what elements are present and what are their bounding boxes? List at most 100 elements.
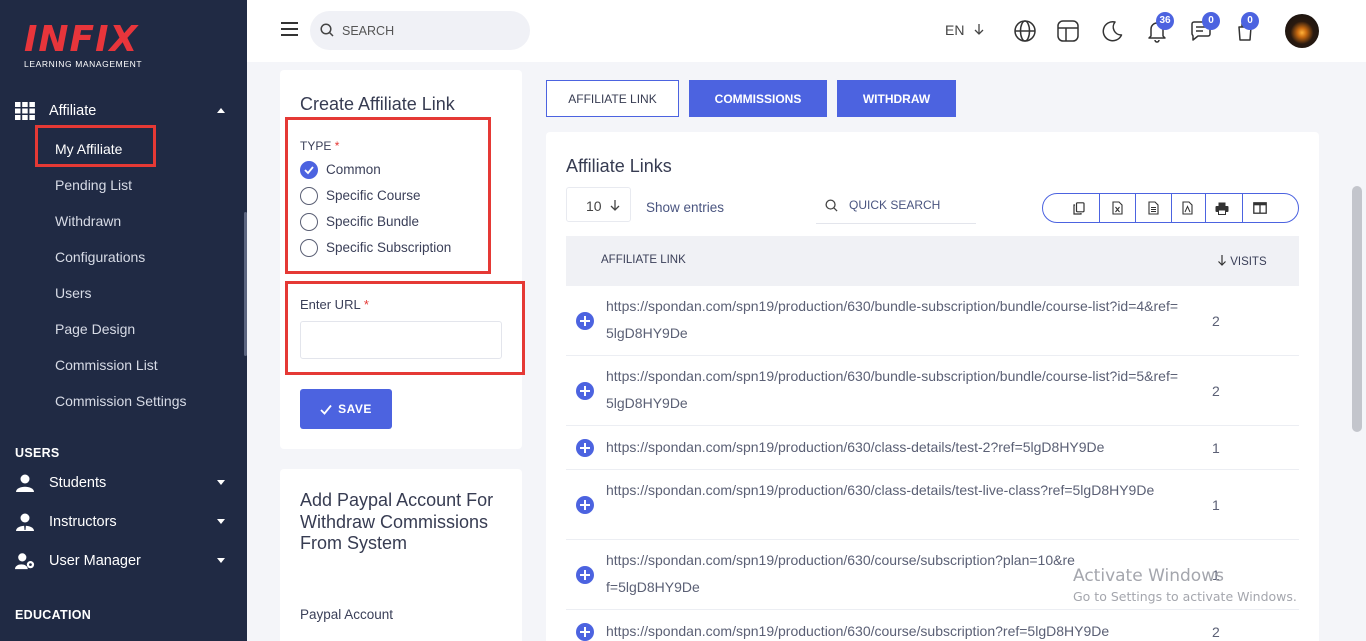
search-icon	[825, 199, 838, 212]
arrow-down-icon	[974, 24, 984, 35]
grid-icon	[15, 102, 35, 120]
moon-icon[interactable]	[1100, 19, 1124, 43]
save-button[interactable]: SAVE	[300, 389, 392, 429]
chevron-down-icon	[217, 558, 225, 563]
search-input[interactable]	[342, 22, 512, 40]
chevron-down-icon	[217, 480, 225, 485]
highlight-box-type	[285, 117, 491, 274]
highlight-box-url	[285, 281, 525, 375]
search-bar	[310, 11, 530, 50]
user-cog-icon	[15, 553, 35, 570]
visits-count: 1	[1212, 440, 1220, 456]
language-selector[interactable]: EN	[945, 22, 985, 38]
show-entries-label: Show entries	[646, 200, 725, 215]
section-heading-users: USERS	[15, 446, 60, 460]
logo-text: INFIX	[24, 19, 139, 60]
table-row[interactable]: https://spondan.com/spn19/production/630…	[566, 286, 1299, 356]
table-row[interactable]: https://spondan.com/spn19/production/630…	[566, 356, 1299, 426]
sidebar-item-user-manager[interactable]: User Manager	[0, 548, 247, 574]
expand-row-icon[interactable]	[576, 382, 594, 400]
entries-select[interactable]: 10	[566, 187, 631, 222]
sidebar-item-users[interactable]: Users	[55, 285, 92, 301]
sidebar-item-commission-list[interactable]: Commission List	[55, 357, 158, 373]
tab-affiliate-link[interactable]: AFFILIATE LINK	[546, 80, 679, 117]
sidebar-item-label: Students	[49, 475, 107, 491]
print-button[interactable]	[1204, 194, 1240, 222]
csv-button[interactable]	[1135, 194, 1171, 222]
tab-withdraw[interactable]: WITHDRAW	[837, 80, 956, 117]
pdf-icon	[1181, 201, 1193, 215]
highlight-box-my-affiliate	[35, 125, 156, 167]
column-visits-label: VISITS	[1230, 256, 1267, 268]
menu-icon[interactable]	[281, 22, 298, 36]
language-label: EN	[945, 22, 965, 38]
watermark-line1: Activate Windows	[1073, 566, 1224, 586]
cart-badge: 0	[1241, 12, 1259, 30]
columns-button[interactable]	[1242, 194, 1278, 222]
print-icon	[1215, 202, 1229, 215]
affiliate-link-url: https://spondan.com/spn19/production/630…	[606, 298, 1179, 341]
arrow-down-icon	[610, 200, 620, 211]
main-scrollbar-thumb[interactable]	[1352, 186, 1362, 432]
table-row[interactable]: https://spondan.com/spn19/production/630…	[566, 610, 1299, 641]
globe-icon[interactable]	[1013, 19, 1037, 43]
logo-subtitle: LEARNING MANAGEMENT	[24, 59, 143, 69]
copy-icon	[1073, 201, 1085, 215]
message-badge: 0	[1202, 12, 1220, 30]
watermark-line2: Go to Settings to activate Windows.	[1073, 589, 1297, 604]
visits-count: 2	[1212, 313, 1220, 329]
expand-row-icon[interactable]	[576, 439, 594, 457]
columns-icon	[1253, 202, 1267, 214]
expand-row-icon[interactable]	[576, 623, 594, 641]
notification-badge: 36	[1156, 12, 1174, 30]
chevron-up-icon	[217, 108, 225, 113]
windows-activation-watermark: Activate Windows Go to Settings to activ…	[1073, 566, 1297, 604]
sidebar-item-commission-settings[interactable]: Commission Settings	[55, 393, 187, 409]
sidebar-item-page-design[interactable]: Page Design	[55, 321, 135, 337]
affiliate-link-url: https://spondan.com/spn19/production/630…	[606, 482, 1155, 498]
sidebar-scrollbar[interactable]	[244, 212, 247, 356]
copy-button[interactable]	[1061, 194, 1097, 222]
table-row[interactable]: https://spondan.com/spn19/production/630…	[566, 470, 1299, 540]
check-icon	[320, 404, 332, 415]
tab-commissions[interactable]: COMMISSIONS	[689, 80, 827, 117]
affiliate-link-url: https://spondan.com/spn19/production/630…	[606, 552, 1075, 595]
sidebar-item-pending-list[interactable]: Pending List	[55, 177, 132, 193]
table-row[interactable]: https://spondan.com/spn19/production/630…	[566, 426, 1299, 470]
paypal-account-label: Paypal Account	[300, 607, 394, 622]
expand-row-icon[interactable]	[576, 312, 594, 330]
search-icon	[320, 23, 334, 37]
entries-value: 10	[586, 198, 602, 214]
csv-icon	[1147, 201, 1159, 215]
instructor-icon	[16, 513, 34, 531]
quick-search-input[interactable]	[849, 197, 969, 213]
sidebar-item-students[interactable]: Students	[0, 470, 247, 496]
affiliate-link-url: https://spondan.com/spn19/production/630…	[606, 439, 1105, 455]
sidebar-item-configurations[interactable]: Configurations	[55, 249, 145, 265]
visits-count: 2	[1212, 624, 1220, 640]
sidebar-item-instructors[interactable]: Instructors	[0, 509, 247, 535]
avatar[interactable]	[1285, 14, 1319, 48]
sidebar: INFIX LEARNING MANAGEMENT Affiliate My A…	[0, 0, 247, 641]
sidebar-item-withdrawn[interactable]: Withdrawn	[55, 213, 121, 229]
paypal-title: Add Paypal Account For Withdraw Commissi…	[300, 490, 494, 553]
logo[interactable]: INFIX LEARNING MANAGEMENT	[24, 19, 143, 70]
sidebar-item-label: Instructors	[49, 514, 117, 530]
expand-row-icon[interactable]	[576, 566, 594, 584]
affiliate-link-url: https://spondan.com/spn19/production/630…	[606, 623, 1110, 639]
affiliate-links-title: Affiliate Links	[566, 156, 672, 176]
save-button-label: SAVE	[338, 402, 372, 416]
expand-row-icon[interactable]	[576, 496, 594, 514]
column-affiliate-link[interactable]: AFFILIATE LINK	[601, 254, 686, 266]
sidebar-item-affiliate[interactable]: Affiliate	[0, 98, 247, 124]
layout-icon[interactable]	[1056, 19, 1080, 43]
pdf-button[interactable]	[1169, 194, 1205, 222]
excel-button[interactable]	[1099, 194, 1135, 222]
visits-count: 2	[1212, 383, 1220, 399]
table-header: AFFILIATE LINK VISITS	[566, 236, 1299, 286]
chevron-down-icon	[217, 519, 225, 524]
column-visits[interactable]: VISITS	[1217, 254, 1267, 268]
sort-arrow-icon	[1218, 255, 1226, 266]
top-header: EN 36 0 0	[247, 0, 1366, 62]
visits-count: 1	[1212, 497, 1220, 513]
